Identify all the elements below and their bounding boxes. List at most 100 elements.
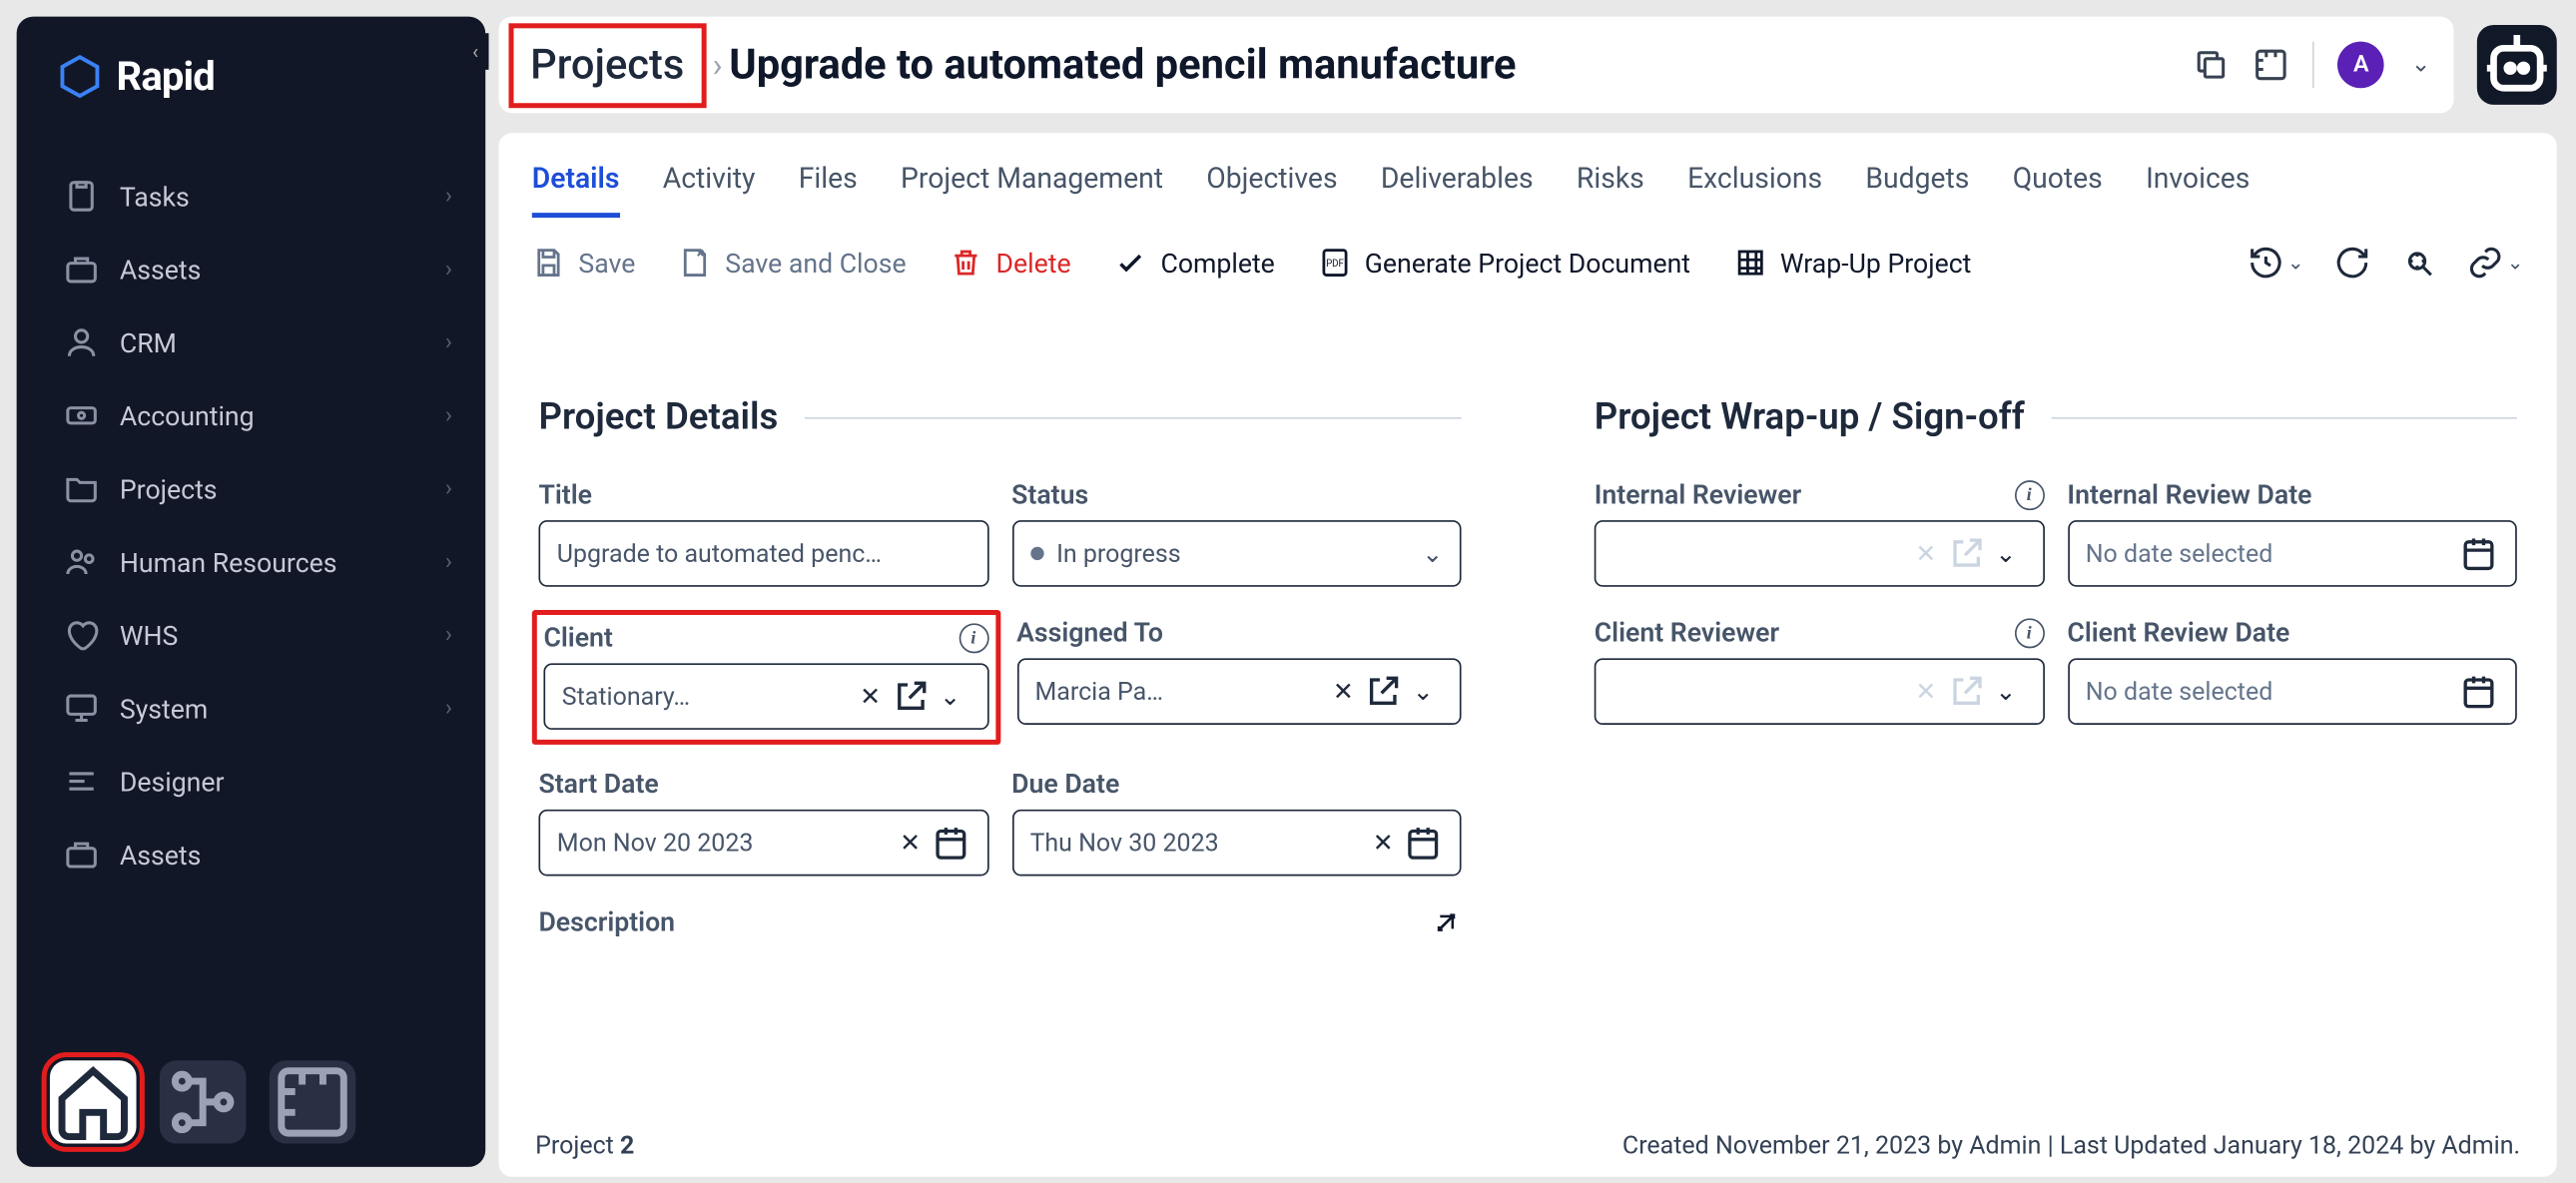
internal-review-date-label: Internal Review Date xyxy=(2067,479,2516,511)
sidebar-item-label: CRM xyxy=(120,326,177,358)
home-button[interactable] xyxy=(50,1060,137,1143)
sidebar-item-system[interactable]: System › xyxy=(17,672,486,745)
section-title: Project Details xyxy=(538,397,778,439)
sidebar-item-accounting[interactable]: Accounting › xyxy=(17,379,486,452)
chevron-down-icon[interactable]: ⌄ xyxy=(1986,538,2026,568)
chevron-down-icon[interactable]: ⌄ xyxy=(1403,677,1443,707)
breadcrumb-root[interactable]: Projects xyxy=(508,22,705,107)
chevron-down-icon[interactable]: ⌄ xyxy=(1986,677,2026,707)
chevron-down-icon[interactable]: ⌄ xyxy=(931,682,970,712)
title-label: Title xyxy=(538,479,987,511)
due-date-label: Due Date xyxy=(1011,768,1461,800)
start-date-input[interactable]: Mon Nov 20 2023 ✕ xyxy=(538,810,987,877)
save-button[interactable]: Save xyxy=(532,246,636,279)
tab-objectives[interactable]: Objectives xyxy=(1206,163,1337,218)
tab-risks[interactable]: Risks xyxy=(1577,163,1644,218)
open-icon[interactable] xyxy=(1363,672,1403,712)
start-date-label: Start Date xyxy=(538,768,987,800)
clear-icon[interactable]: ✕ xyxy=(851,682,891,712)
tab-invoices[interactable]: Invoices xyxy=(2146,163,2250,218)
sidebar-item-assets-2[interactable]: Assets xyxy=(17,818,486,890)
tab-exclusions[interactable]: Exclusions xyxy=(1687,163,1822,218)
sidebar-item-label: Accounting xyxy=(120,399,255,431)
calendar-icon[interactable] xyxy=(1403,823,1443,863)
info-icon[interactable]: i xyxy=(2014,479,2044,509)
sidebar-item-whs[interactable]: WHS › xyxy=(17,598,486,671)
sidebar-item-label: Projects xyxy=(120,473,218,505)
sidebar-item-crm[interactable]: CRM › xyxy=(17,305,486,378)
title-input[interactable]: Upgrade to automated penc… xyxy=(538,520,987,587)
client-combo[interactable]: Stationary… ✕ ⌄ xyxy=(543,663,987,730)
ruler-icon[interactable] xyxy=(2254,47,2290,84)
monitor-icon xyxy=(63,690,100,727)
expand-icon[interactable] xyxy=(1432,906,1462,936)
sidebar-item-projects[interactable]: Projects › xyxy=(17,452,486,525)
status-dot-icon xyxy=(1029,547,1042,560)
tab-activity[interactable]: Activity xyxy=(663,163,756,218)
client-label: Client xyxy=(543,622,612,654)
tab-details[interactable]: Details xyxy=(532,163,620,218)
ruler-button[interactable] xyxy=(270,1060,356,1143)
clear-icon[interactable]: ✕ xyxy=(1363,828,1403,858)
tab-quotes[interactable]: Quotes xyxy=(2013,163,2103,218)
sidebar: ‹ Rapid Tasks › Assets › CRM › xyxy=(17,17,486,1167)
chevron-right-icon: › xyxy=(445,548,452,575)
save-close-button[interactable]: Save and Close xyxy=(679,246,907,279)
calendar-icon[interactable] xyxy=(2459,533,2499,573)
design-icon xyxy=(63,763,100,800)
sidebar-item-tasks[interactable]: Tasks › xyxy=(17,160,486,233)
tab-files[interactable]: Files xyxy=(799,163,858,218)
tab-deliverables[interactable]: Deliverables xyxy=(1381,163,1534,218)
refresh-button[interactable] xyxy=(2334,245,2371,282)
open-icon[interactable] xyxy=(891,677,931,717)
clear-icon[interactable]: ✕ xyxy=(1906,538,1946,568)
status-select[interactable]: In progress ⌄ xyxy=(1011,520,1461,587)
calendar-icon[interactable] xyxy=(2459,672,2499,712)
link-icon xyxy=(2467,245,2504,282)
client-reviewer-combo[interactable]: ✕ ⌄ xyxy=(1595,658,2044,725)
project-details-column: Project Details Title Upgrade to automat… xyxy=(538,397,1461,1100)
open-icon[interactable] xyxy=(1946,672,1986,712)
clear-icon[interactable]: ✕ xyxy=(1323,677,1363,707)
description-label: Description xyxy=(538,905,675,937)
calendar-icon[interactable] xyxy=(931,823,970,863)
user-avatar[interactable]: A xyxy=(2337,42,2384,89)
tab-budgets[interactable]: Budgets xyxy=(1865,163,1969,218)
tab-project-management[interactable]: Project Management xyxy=(901,163,1163,218)
copy-icon[interactable] xyxy=(2194,47,2231,84)
chevron-right-icon: › xyxy=(445,622,452,649)
generate-document-button[interactable]: PDF Generate Project Document xyxy=(1318,246,1690,279)
sidebar-item-assets[interactable]: Assets › xyxy=(17,233,486,305)
chevron-right-icon: › xyxy=(445,402,452,429)
link-button[interactable]: ⌄ xyxy=(2467,245,2524,282)
wrapup-button[interactable]: Wrap-Up Project xyxy=(1733,246,1971,279)
heart-icon xyxy=(63,617,100,654)
info-icon[interactable]: i xyxy=(2014,618,2044,648)
clear-icon[interactable]: ✕ xyxy=(891,828,931,858)
assigned-combo[interactable]: Marcia Pa… ✕ ⌄ xyxy=(1016,658,1461,725)
wrapup-column: Project Wrap-up / Sign-off Internal Revi… xyxy=(1595,397,2517,1100)
hierarchy-button[interactable] xyxy=(160,1060,247,1143)
clear-icon[interactable]: ✕ xyxy=(1906,677,1946,707)
sidebar-bottom-bar xyxy=(17,1060,486,1143)
history-button[interactable]: ⌄ xyxy=(2248,245,2304,282)
chevron-down-icon[interactable]: ⌄ xyxy=(2411,52,2431,79)
client-review-date-input[interactable]: No date selected xyxy=(2067,658,2516,725)
project-id: Project 2 xyxy=(535,1130,634,1160)
sidebar-item-hr[interactable]: Human Resources › xyxy=(17,525,486,598)
internal-reviewer-combo[interactable]: ✕ ⌄ xyxy=(1595,520,2044,587)
sidebar-collapse-button[interactable]: ‹ xyxy=(462,33,489,70)
sidebar-item-label: Designer xyxy=(120,766,225,798)
complete-button[interactable]: Complete xyxy=(1114,246,1275,279)
delete-button[interactable]: Delete xyxy=(950,246,1071,279)
due-date-input[interactable]: Thu Nov 30 2023 ✕ xyxy=(1011,810,1461,877)
info-icon[interactable]: i xyxy=(959,623,988,653)
settings-button[interactable] xyxy=(2400,245,2437,282)
footer-meta: Created November 21, 2023 by Admin | Las… xyxy=(1622,1130,2520,1160)
internal-review-date-input[interactable]: No date selected xyxy=(2067,520,2516,587)
form-content: Project Details Title Upgrade to automat… xyxy=(499,297,2557,1117)
open-icon[interactable] xyxy=(1946,533,1986,573)
assistant-button[interactable] xyxy=(2477,25,2557,105)
sidebar-item-designer[interactable]: Designer xyxy=(17,745,486,818)
save-icon xyxy=(532,246,565,279)
